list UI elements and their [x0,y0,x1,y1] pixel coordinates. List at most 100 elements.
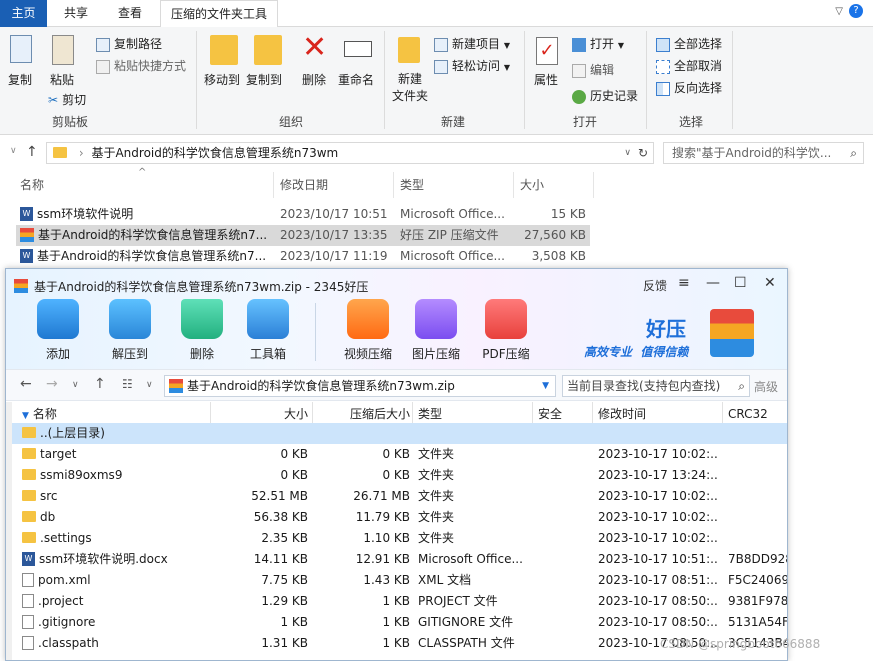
column-type[interactable]: 类型 [400,176,424,193]
tab-view[interactable]: 查看 [108,0,152,27]
select-all-button[interactable]: 全部选择 [656,35,722,52]
column-date[interactable]: 修改日期 [280,176,328,193]
archive-row-packed: 26.71 MB [353,489,410,503]
explorer-search-input[interactable]: 搜索"基于Android的科学饮... ⌕ [663,142,864,164]
rename-button[interactable]: 重命名 [338,71,374,88]
column-size[interactable]: 大小 [520,176,544,193]
dropdown-arrow-icon: ▼ [617,41,624,50]
archive-row[interactable]: target 0 KB 0 KB 文件夹 2023-10-17 10:02:... [12,444,787,465]
parent-directory-row[interactable]: ..(上层目录) [12,423,787,444]
archive-row[interactable]: .project 1.29 KB 1 KB PROJECT 文件 2023-10-17 … [12,591,787,612]
new-folder-button[interactable]: 新建 文件夹 [392,71,428,105]
minimize-icon[interactable]: — [706,275,720,291]
address-bar[interactable]: › 基于Android的科学饮食信息管理系统n73wm ∨ ↻ [46,142,654,164]
column-name[interactable]: 名称 [20,176,44,193]
archive-row[interactable]: .gitignore 1 KB 1 KB GITIGNORE 文件 2023-10-17… [12,612,787,633]
column-separator[interactable] [513,172,514,198]
copy-to-button[interactable]: 复制到 [246,71,282,88]
copy-button[interactable]: 复制 [8,71,32,88]
archive-row[interactable]: .settings 2.35 KB 1.10 KB 文件夹 2023-10-17 10:… [12,528,787,549]
forward-arrow-icon[interactable]: → [46,376,58,392]
paste-button[interactable]: 粘贴 [50,71,74,88]
archive-row[interactable]: ssmi89oxms9 0 KB 0 KB 文件夹 2023-10-17 13:24:.… [12,465,787,486]
toolbox-tool-label: 工具箱 [249,347,286,361]
invert-selection-icon [656,81,670,96]
archive-row[interactable]: Wssm环境软件说明.docx 14.11 KB 12.91 KB Microsoft… [12,549,787,570]
archive-row[interactable]: pom.xml 7.75 KB 1.43 KB XML 文档 2023-10-17 08… [12,570,787,591]
open-button[interactable]: 打开 ▼ [572,35,624,52]
chevron-down-icon[interactable]: ▽ [835,6,843,17]
history-chevron-icon[interactable]: ∨ [72,380,79,390]
delete-tool-button[interactable]: 删除 [174,299,230,362]
view-mode-chevron-icon[interactable]: ∨ [146,380,153,390]
help-icon[interactable]: ? [849,4,863,18]
archive-row-name-text: .classpath [38,636,99,650]
archive-row-type: XML 文档 [418,573,472,587]
video-compress-tool-button[interactable]: 视频压缩 [338,299,398,362]
delete-button[interactable]: 删除 [302,71,326,88]
folder-icon [53,147,67,158]
view-mode-icon[interactable]: ☷ [122,377,133,391]
up-level-icon[interactable]: ↑ [94,376,106,392]
archive-row-packed: 0 KB [382,447,410,461]
archive-row[interactable]: db 56.38 KB 11.79 KB 文件夹 2023-10-17 10:02:..… [12,507,787,528]
history-button[interactable]: 历史记录 [572,87,638,104]
feedback-button[interactable]: 反馈 [643,277,667,294]
tab-compressed-folder-tools[interactable]: 压缩的文件夹工具 [160,0,279,27]
archive-row-mtime: 2023-10-17 10:02:... [598,489,718,503]
edit-button[interactable]: 编辑 [572,61,614,78]
archive-row-type: 文件夹 [418,510,455,524]
column-separator[interactable] [393,172,394,198]
address-row: ∨ ↑ › 基于Android的科学饮食信息管理系统n73wm ∨ ↻ 搜索"基… [0,136,873,170]
ribbon-tab-bar: 主页 共享 查看 压缩的文件夹工具 ▽ ? [0,0,873,27]
copy-path-button[interactable]: 复制路径 [96,35,162,52]
address-dropdown-icon[interactable]: ∨ [624,143,631,163]
add-tool-button[interactable]: 添加 [30,299,86,362]
properties-button[interactable]: 属性 [534,71,558,88]
archive-row[interactable]: src 52.51 MB 26.71 MB 文件夹 2023-10-17 10:02:.… [12,486,787,507]
menu-icon[interactable]: ≡ [678,275,690,291]
pdf-compress-tool-button[interactable]: PDF压缩 [474,299,538,362]
tab-share[interactable]: 共享 [54,0,98,27]
select-group-label: 选择 [678,115,703,129]
new-folder-label-2: 文件夹 [392,89,429,103]
archive-row-name: ssmi89oxms9 [22,465,208,486]
maximize-icon[interactable]: ☐ [734,275,747,291]
invert-selection-button[interactable]: 反向选择 [656,79,722,96]
column-separator[interactable] [273,172,274,198]
path-dropdown-icon[interactable]: ▼ [542,376,549,396]
up-arrow-icon[interactable]: ↑ [26,144,38,160]
image-compress-tool-button[interactable]: 图片压缩 [406,299,466,362]
move-to-button[interactable]: 移动到 [204,71,240,88]
add-archive-icon [37,299,79,339]
archive-row-packed: 1 KB [382,594,410,608]
toolbox-tool-button[interactable]: 工具箱 [240,299,296,362]
watermark-text: CSDN @springboot666888 [660,637,821,651]
file-row[interactable]: Wssm环境软件说明 2023/10/17 10:51 Microsoft Of… [16,204,590,225]
extract-to-tool-button[interactable]: 解压到 [102,299,158,362]
archive-row-type: PROJECT 文件 [418,594,498,608]
column-separator[interactable] [593,172,594,198]
archive-search-input[interactable]: 当前目录查找(支持包内查找) ⌕ [562,375,750,397]
archive-path-bar[interactable]: 基于Android的科学饮食信息管理系统n73wm.zip ▼ [164,375,556,397]
archive-row-name-text: ..(上层目录) [40,426,105,440]
paste-shortcut-button[interactable]: 粘贴快捷方式 [96,57,186,74]
archive-row-name-text: .gitignore [38,615,96,629]
back-arrow-icon[interactable]: ← [20,376,32,392]
advanced-search-link[interactable]: 高级 [754,378,778,395]
select-none-button[interactable]: 全部取消 [656,57,722,74]
recent-locations-chevron-icon[interactable]: ∨ [10,146,17,156]
refresh-icon[interactable]: ↻ [638,143,648,163]
file-row[interactable]: W 基于Android的科学饮食信息管理系统n7... 2023/10/17 11… [16,246,590,267]
ribbon-separator [524,31,525,129]
document-icon [22,614,34,629]
cut-button[interactable]: ✂ 剪切 [48,91,86,108]
close-icon[interactable]: ✕ [764,275,776,291]
delete-x-icon: ✕ [302,30,328,65]
file-size: 3,508 KB [531,249,586,263]
new-item-button[interactable]: 新建项目 ▼ [434,35,510,52]
tab-home[interactable]: 主页 [0,0,47,27]
easy-access-button[interactable]: 轻松访问 ▼ [434,57,510,74]
file-row[interactable]: 基于Android的科学饮食信息管理系统n7... 2023/10/17 13:… [16,225,590,246]
file-type: 好压 ZIP 压缩文件 [400,228,499,242]
